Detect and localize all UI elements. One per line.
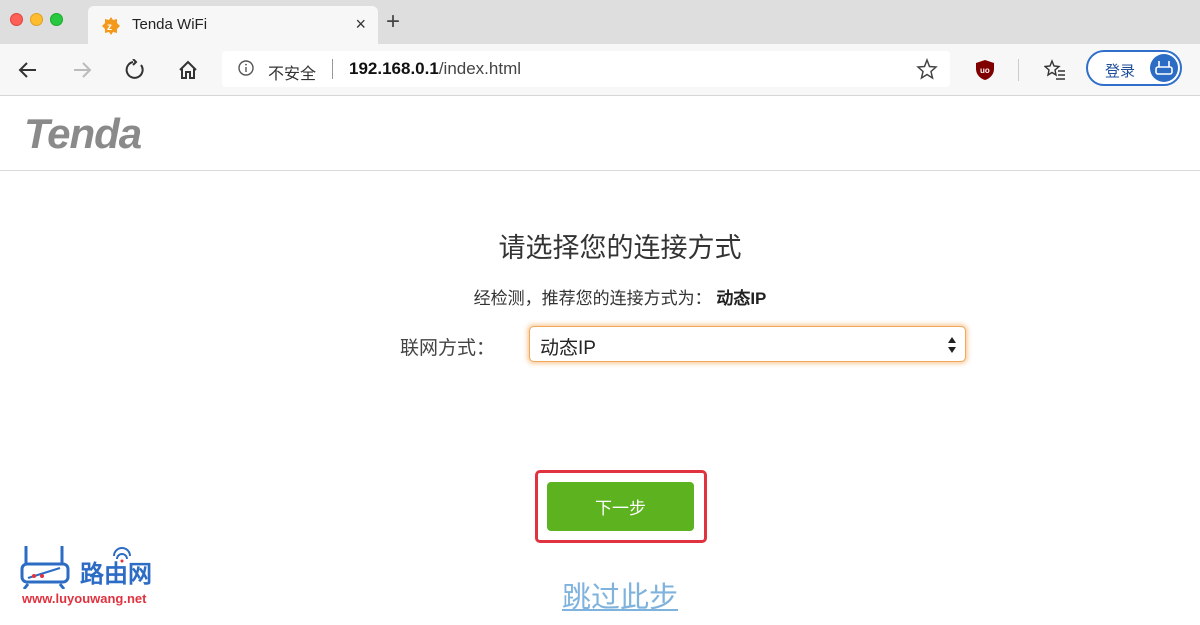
page-title: 请选择您的连接方式 xyxy=(498,233,742,263)
skip-step-link[interactable]: 跳过此步 xyxy=(0,574,1200,616)
url-host: 192.168.0.1 xyxy=(349,59,439,78)
svg-text:z: z xyxy=(107,22,112,33)
favorite-star-icon[interactable] xyxy=(916,58,938,80)
recommendation-value: 动态IP xyxy=(716,289,767,308)
recommendation-prefix: 经检测，推荐您的连接方式为： xyxy=(473,289,712,308)
login-label: 登录 xyxy=(1105,63,1136,80)
svg-text:uo: uo xyxy=(980,66,990,75)
connection-type-select[interactable]: 动态IP xyxy=(529,326,966,362)
page-header: Tenda xyxy=(0,96,1200,171)
router-logo-icon: 路由网 xyxy=(20,546,152,590)
close-window-button[interactable] xyxy=(10,13,23,26)
maximize-window-button[interactable] xyxy=(50,13,63,26)
browser-tab[interactable]: z Tenda WiFi × xyxy=(88,6,378,44)
avatar xyxy=(1150,54,1178,82)
watermark-url: www.luyouwang.net xyxy=(22,591,147,606)
home-button[interactable] xyxy=(174,56,202,84)
tenda-favicon-icon: z xyxy=(102,17,120,35)
reload-button[interactable] xyxy=(121,56,149,84)
tab-title: Tenda WiFi xyxy=(132,16,208,33)
favorites-list-icon xyxy=(1044,59,1065,80)
tenda-logo: Tenda xyxy=(24,112,143,154)
address-divider xyxy=(332,59,333,79)
select-updown-icon xyxy=(948,337,956,353)
luyouwang-watermark: 路由网 www.luyouwang.net xyxy=(20,544,170,606)
new-tab-button[interactable]: + xyxy=(386,8,400,36)
toolbar-divider xyxy=(1018,59,1019,81)
address-bar[interactable]: 不安全 192.168.0.1/index.html xyxy=(222,51,950,87)
home-icon xyxy=(179,60,197,79)
router-avatar-icon xyxy=(1155,61,1173,75)
reload-icon xyxy=(125,59,144,79)
watermark-name: 路由网 xyxy=(80,560,152,588)
forward-button[interactable] xyxy=(68,56,96,84)
connection-type-label: 联网方式： xyxy=(400,338,496,359)
info-icon[interactable] xyxy=(238,60,254,76)
connection-type-value: 动态IP xyxy=(540,338,596,359)
login-button[interactable]: 登录 xyxy=(1086,50,1182,86)
url-text[interactable]: 192.168.0.1/index.html xyxy=(349,59,521,79)
browser-toolbar: 不安全 192.168.0.1/index.html uo 登录 xyxy=(0,44,1200,96)
arrow-right-icon xyxy=(74,62,92,78)
tab-close-icon[interactable]: × xyxy=(355,14,366,35)
arrow-left-icon xyxy=(18,62,36,78)
url-path: /index.html xyxy=(438,59,522,78)
tenda-logo-text: Tenda xyxy=(24,112,142,154)
minimize-window-button[interactable] xyxy=(30,13,43,26)
browser-tab-strip: z Tenda WiFi × + xyxy=(0,0,1200,44)
ublock-extension-button[interactable]: uo xyxy=(971,56,999,84)
favorites-button[interactable] xyxy=(1041,56,1069,84)
back-button[interactable] xyxy=(14,56,42,84)
next-step-button[interactable]: 下一步 xyxy=(547,482,694,531)
insecure-label: 不安全 xyxy=(268,66,317,83)
recommendation-text: 经检测，推荐您的连接方式为： 动态IP xyxy=(0,284,1200,309)
ublock-shield-icon: uo xyxy=(976,60,994,80)
